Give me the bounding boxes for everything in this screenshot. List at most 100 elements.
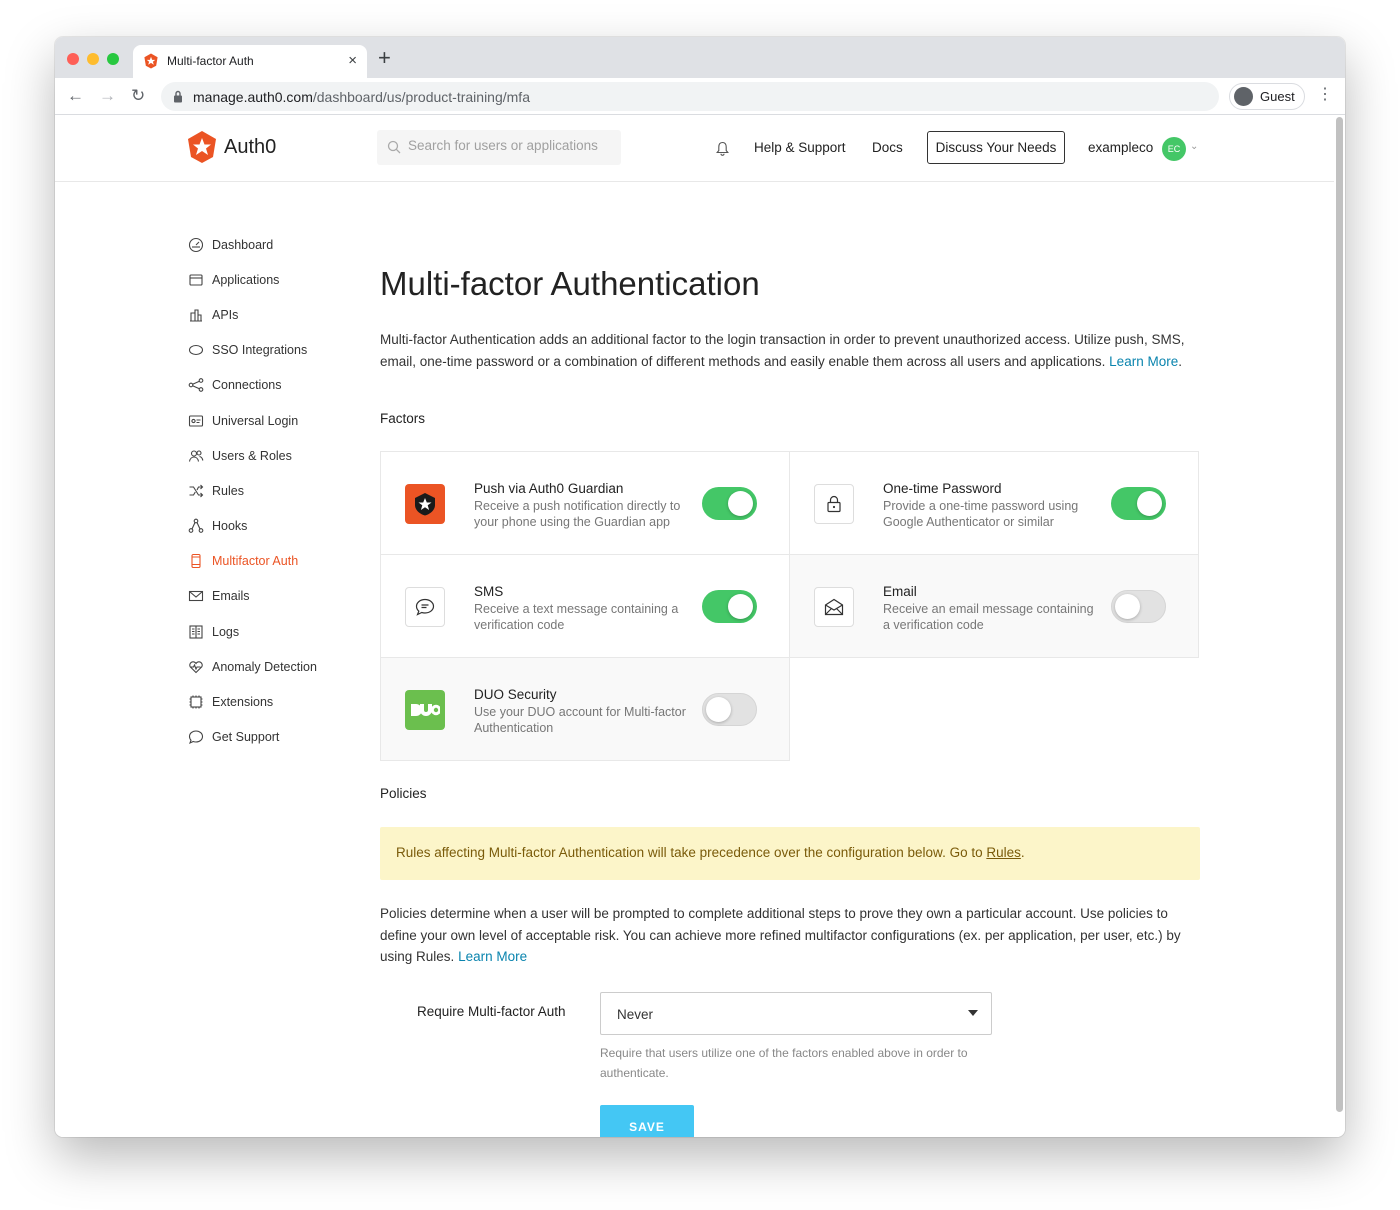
rules-icon xyxy=(187,482,205,500)
sidebar-item-universal-login[interactable]: Universal Login xyxy=(186,403,356,438)
factor-toggle-duo-security[interactable] xyxy=(702,693,757,726)
factor-toggle-push-via-auth0-guardian[interactable] xyxy=(702,487,757,520)
browser-menu-icon[interactable]: ⋮ xyxy=(1317,85,1333,105)
discuss-needs-button[interactable]: Discuss Your Needs xyxy=(927,131,1065,164)
sidebar-item-users-roles[interactable]: Users & Roles xyxy=(186,438,356,473)
logo-text[interactable]: Auth0 xyxy=(224,136,276,159)
sidebar-item-applications[interactable]: Applications xyxy=(186,262,356,297)
sidebar-item-label: Connections xyxy=(212,378,282,393)
policy-paragraph: Policies determine when a user will be p… xyxy=(380,903,1200,968)
require-mfa-value: Never xyxy=(617,1007,654,1022)
help-support-link[interactable]: Help & Support xyxy=(754,140,846,155)
duo-icon xyxy=(405,690,445,730)
sidebar-item-get-support[interactable]: Get Support xyxy=(186,720,356,755)
docs-link[interactable]: Docs xyxy=(872,140,903,155)
sidebar-item-label: Dashboard xyxy=(212,237,274,252)
sidebar-item-extensions[interactable]: Extensions xyxy=(186,684,356,719)
maximize-window-button[interactable] xyxy=(107,53,119,65)
chevron-down-icon[interactable]: ⌄ xyxy=(1190,141,1198,152)
profile-button[interactable]: Guest xyxy=(1229,83,1305,110)
factor-title: SMS xyxy=(474,584,504,599)
email-icon xyxy=(814,587,854,627)
user-avatar[interactable]: EC xyxy=(1162,137,1186,161)
factor-description: Receive a push notification directly to … xyxy=(474,499,681,529)
apis-icon xyxy=(187,306,205,324)
connections-icon xyxy=(187,376,205,394)
factor-toggle-email[interactable] xyxy=(1111,590,1166,623)
toggle-knob xyxy=(1137,491,1162,516)
save-button[interactable]: SAVE xyxy=(600,1105,694,1137)
reload-icon[interactable]: ↻ xyxy=(131,86,145,106)
require-mfa-help: Require that users utilize one of the fa… xyxy=(600,1046,968,1080)
sidebar-item-logs[interactable]: Logs xyxy=(186,614,356,649)
policies-heading: Policies xyxy=(380,786,427,801)
sidebar-item-multifactor-auth[interactable]: Multifactor Auth xyxy=(186,544,356,579)
factor-description: Use your DUO account for Multi-factor Au… xyxy=(474,705,686,735)
browser-window: Multi-factor Auth × + ← → ↻ manage.auth0… xyxy=(55,37,1345,1137)
factors-grid: Push via Auth0 Guardian Receive a push no… xyxy=(380,451,1200,762)
rules-link[interactable]: Rules xyxy=(986,845,1021,860)
guardian-icon xyxy=(405,484,445,524)
auth0-favicon-icon xyxy=(144,53,158,69)
factor-description: Receive a text message containing a veri… xyxy=(474,602,679,632)
close-window-button[interactable] xyxy=(67,53,79,65)
browser-toolbar: ← → ↻ manage.auth0.com/dashboard/us/prod… xyxy=(55,78,1345,115)
sidebar-item-label: SSO Integrations xyxy=(212,343,308,358)
policy-learn-more-link[interactable]: Learn More xyxy=(458,949,527,964)
alert-text: Rules affecting Multi-factor Authenticat… xyxy=(396,845,987,860)
sidebar-item-rules[interactable]: Rules xyxy=(186,473,356,508)
auth0-logo-icon[interactable] xyxy=(186,130,218,164)
heart-icon xyxy=(187,658,205,676)
url-text: manage.auth0.com/dashboard/us/product-tr… xyxy=(193,89,530,105)
url-host: manage.auth0.com xyxy=(193,89,313,105)
back-arrow-icon[interactable]: ← xyxy=(67,86,84,106)
search-input[interactable] xyxy=(408,138,613,153)
sidebar-item-label: Multifactor Auth xyxy=(212,554,299,569)
tenant-name[interactable]: exampleco xyxy=(1088,140,1153,155)
factor-card-one-time-password: One-time Password Provide a one-time pass… xyxy=(789,451,1199,555)
hooks-icon xyxy=(187,517,205,535)
learn-more-link[interactable]: Learn More xyxy=(1109,354,1178,369)
address-bar[interactable]: manage.auth0.com/dashboard/us/product-tr… xyxy=(161,82,1219,111)
intro-period: . xyxy=(1178,353,1182,369)
sidebar-item-sso-integrations[interactable]: SSO Integrations xyxy=(186,333,356,368)
alert-period: . xyxy=(1020,845,1025,860)
profile-avatar-icon xyxy=(1234,87,1253,106)
sidebar-item-label: Applications xyxy=(212,272,280,287)
factor-card-email: Email Receive an email message containing… xyxy=(789,554,1199,658)
browser-tab[interactable]: Multi-factor Auth × xyxy=(133,45,367,78)
factors-heading: Factors xyxy=(380,411,426,426)
sidebar-item-label: Anomaly Detection xyxy=(212,659,317,674)
sms-icon xyxy=(405,587,445,627)
search-box[interactable] xyxy=(377,130,621,165)
applications-icon xyxy=(187,271,205,289)
factor-toggle-sms[interactable] xyxy=(702,590,757,623)
sidebar-item-label: Emails xyxy=(212,589,250,604)
sidebar-item-anomaly-detection[interactable]: Anomaly Detection xyxy=(186,649,356,684)
minimize-window-button[interactable] xyxy=(87,53,99,65)
sidebar-item-label: Get Support xyxy=(212,730,280,745)
forward-arrow-icon[interactable]: → xyxy=(99,86,116,106)
tab-close-icon[interactable]: × xyxy=(348,52,357,69)
sso-icon xyxy=(187,341,205,359)
bell-icon[interactable] xyxy=(716,141,729,156)
sidebar-item-hooks[interactable]: Hooks xyxy=(186,509,356,544)
page-scrollbar[interactable] xyxy=(1336,117,1343,1112)
universal-login-icon xyxy=(187,412,205,430)
search-icon xyxy=(387,140,401,154)
sidebar-item-dashboard[interactable]: Dashboard xyxy=(186,227,356,262)
new-tab-button[interactable]: + xyxy=(378,47,391,69)
factor-description: Provide a one-time password using Google… xyxy=(883,499,1079,529)
factor-toggle-one-time-password[interactable] xyxy=(1111,487,1166,520)
tab-title: Multi-factor Auth xyxy=(167,54,254,68)
sidebar-item-connections[interactable]: Connections xyxy=(186,368,356,403)
sidebar-item-label: Extensions xyxy=(212,695,274,710)
page: Auth0 Help & Support Docs Discuss Your N… xyxy=(55,115,1345,1137)
factor-title: Email xyxy=(883,584,917,599)
require-mfa-select[interactable]: Never xyxy=(600,992,992,1035)
sidebar-item-apis[interactable]: APIs xyxy=(186,297,356,332)
sidebar-item-label: Logs xyxy=(212,624,240,639)
toggle-knob xyxy=(706,697,731,722)
sidebar-item-emails[interactable]: Emails xyxy=(186,579,356,614)
logs-icon xyxy=(187,623,205,641)
